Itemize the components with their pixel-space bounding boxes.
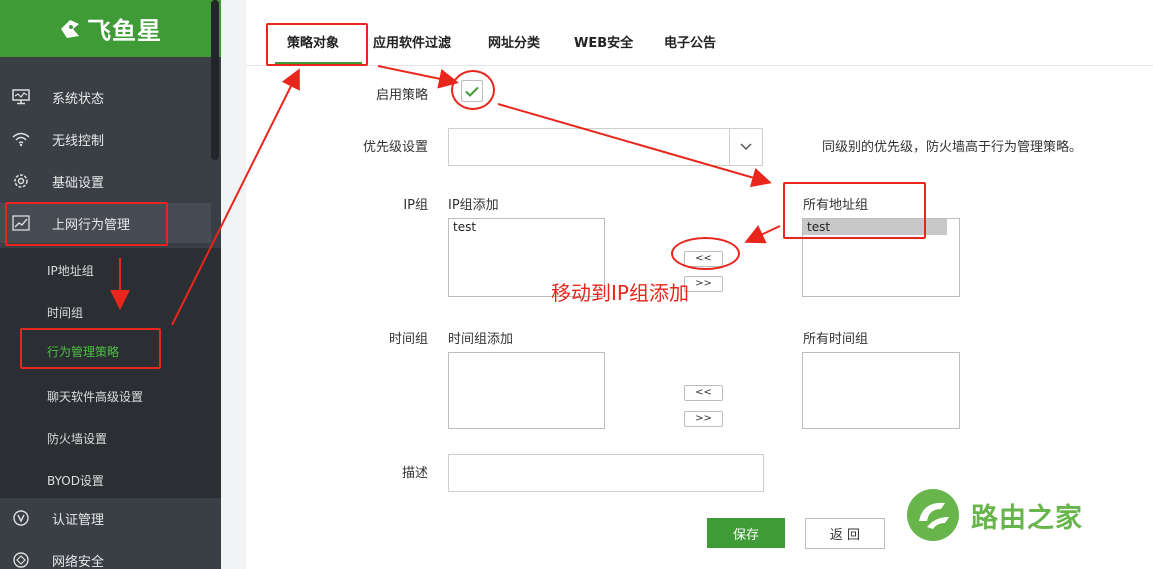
arrow-to-move-button bbox=[744, 225, 781, 244]
annotation-arrows bbox=[110, 65, 781, 326]
arrow-to-address-group bbox=[497, 103, 772, 188]
app-root: 飞鱼星 系统状态 无线控制 基础设置 上网行为管理 IP地址组 时间组 行为管理… bbox=[0, 0, 1153, 569]
arrow-to-tab bbox=[171, 68, 300, 326]
arrow-to-checkbox bbox=[377, 65, 459, 89]
